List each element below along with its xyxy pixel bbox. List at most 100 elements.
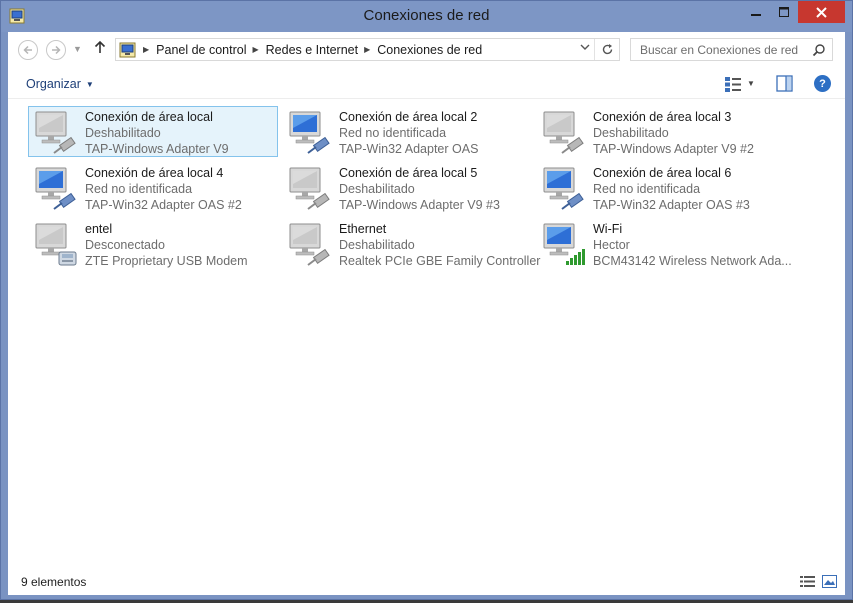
connection-name: Wi-Fi [593, 222, 623, 236]
view-options-dropdown[interactable]: ▼ [747, 79, 755, 88]
connection-text: entel Desconectado ZTE Proprietary USB M… [85, 221, 285, 269]
connection-status: Red no identificada [85, 182, 193, 196]
forward-button[interactable] [46, 40, 66, 60]
connection-item[interactable]: Conexión de área local 4 Red no identifi… [28, 162, 278, 213]
connection-status: Deshabilitado [85, 126, 161, 140]
connection-device: BCM43142 Wireless Network Ada... [593, 254, 792, 268]
window-title: Conexiones de red [363, 7, 490, 24]
connection-name: Conexión de área local 3 [593, 110, 732, 124]
network-adapter-icon [543, 111, 584, 154]
network-adapter-icon [35, 111, 76, 154]
organize-label: Organizar [26, 77, 81, 91]
connection-text: Conexión de área local 4 Red no identifi… [85, 165, 285, 213]
connection-device: TAP-Windows Adapter V9 #2 [593, 142, 754, 156]
window-client-area: ▼ ▶ Panel de control ▶ Redes e Internet … [8, 32, 845, 595]
connection-name: Conexión de área local 2 [339, 110, 478, 124]
connection-status: Hector [593, 238, 630, 252]
up-button[interactable] [94, 40, 106, 58]
connection-status: Desconectado [85, 238, 165, 252]
preview-pane-icon[interactable] [776, 75, 793, 92]
search-input[interactable]: Buscar en Conexiones de red [630, 38, 833, 61]
connection-name: Conexión de área local 4 [85, 166, 224, 180]
connection-name: Conexión de área local 5 [339, 166, 478, 180]
refresh-icon [602, 44, 613, 55]
connection-item[interactable]: Conexión de área local 3 Deshabilitado T… [536, 106, 786, 157]
large-icons-view-icon[interactable] [822, 575, 837, 588]
search-icon[interactable] [812, 43, 826, 57]
modem-icon [58, 251, 77, 266]
back-button[interactable] [18, 40, 38, 60]
network-adapter-icon [289, 167, 330, 210]
recent-locations-button[interactable]: ▼ [73, 44, 82, 54]
network-adapter-icon [543, 167, 584, 210]
chevron-down-icon: ▼ [85, 79, 94, 89]
network-adapter-icon [35, 167, 76, 210]
breadcrumb-separator-icon[interactable]: ▶ [253, 45, 259, 54]
change-view-icon[interactable] [724, 75, 742, 93]
connection-text: Conexión de área local 6 Red no identifi… [593, 165, 793, 213]
breadcrumb-separator-icon[interactable]: ▶ [143, 45, 149, 54]
close-button[interactable] [798, 1, 845, 23]
minimize-button[interactable] [742, 1, 770, 23]
connection-text: Conexión de área local 3 Deshabilitado T… [593, 109, 793, 157]
connection-item[interactable]: Conexión de área local 2 Red no identifi… [282, 106, 532, 157]
connection-item[interactable]: Ethernet Deshabilitado Realtek PCIe GBE … [282, 218, 540, 269]
connection-device: ZTE Proprietary USB Modem [85, 254, 248, 268]
connection-text: Conexión de área local 2 Red no identifi… [339, 109, 539, 157]
connection-name: Conexión de área local 6 [593, 166, 732, 180]
title-bar[interactable]: Conexiones de red [1, 1, 852, 32]
wifi-signal-icon [566, 249, 585, 265]
connection-device: TAP-Windows Adapter V9 #3 [339, 198, 500, 212]
help-icon: ? [819, 77, 826, 90]
chevron-down-icon [580, 44, 590, 50]
connection-name: Ethernet [339, 222, 387, 236]
connection-device: TAP-Win32 Adapter OAS #3 [593, 198, 750, 212]
breadcrumb-network-internet[interactable]: Redes e Internet [266, 43, 358, 57]
connection-text: Wi-Fi Hector BCM43142 Wireless Network A… [593, 221, 793, 269]
connection-device: TAP-Windows Adapter V9 [85, 142, 229, 156]
connection-item[interactable]: Conexión de área local Deshabilitado TAP… [28, 106, 278, 157]
address-bar[interactable]: ▶ Panel de control ▶ Redes e Internet ▶ … [115, 38, 620, 61]
arrow-right-icon [52, 45, 61, 55]
breadcrumb-network-connections[interactable]: Conexiones de red [377, 43, 482, 57]
network-adapter-icon [289, 111, 330, 154]
network-connections-icon [119, 42, 136, 57]
help-button[interactable]: ? [814, 75, 831, 92]
item-count: 9 elementos [21, 575, 87, 589]
connection-device: Realtek PCIe GBE Family Controller [339, 254, 541, 268]
breadcrumb-separator-icon[interactable]: ▶ [364, 45, 370, 54]
connections-list: Conexión de área local Deshabilitado TAP… [22, 106, 832, 286]
connection-device: TAP-Win32 Adapter OAS [339, 142, 479, 156]
address-history-dropdown[interactable] [580, 43, 590, 54]
details-view-icon[interactable] [800, 575, 815, 588]
maximize-icon [779, 7, 789, 17]
status-bar: 9 elementos [8, 570, 845, 595]
connection-device: TAP-Win32 Adapter OAS #2 [85, 198, 242, 212]
connection-item[interactable]: Wi-Fi Hector BCM43142 Wireless Network A… [536, 218, 792, 269]
connection-item[interactable]: entel Desconectado ZTE Proprietary USB M… [28, 218, 278, 269]
connection-item[interactable]: Conexión de área local 6 Red no identifi… [536, 162, 786, 213]
connection-text: Conexión de área local Deshabilitado TAP… [85, 109, 285, 157]
connection-status: Deshabilitado [593, 126, 669, 140]
navigation-bar: ▼ ▶ Panel de control ▶ Redes e Internet … [8, 32, 845, 68]
connection-status: Deshabilitado [339, 182, 415, 196]
connection-status: Deshabilitado [339, 238, 415, 252]
arrow-up-icon [94, 40, 106, 53]
network-adapter-icon [289, 223, 330, 266]
refresh-button[interactable] [594, 39, 620, 60]
close-icon [816, 6, 827, 18]
modem-icon [35, 223, 77, 266]
connection-text: Ethernet Deshabilitado Realtek PCIe GBE … [339, 221, 541, 269]
connection-status: Red no identificada [339, 126, 447, 140]
connection-item[interactable]: Conexión de área local 5 Deshabilitado T… [282, 162, 532, 213]
connection-name: Conexión de área local [85, 110, 213, 124]
maximize-button[interactable] [770, 1, 798, 23]
connection-status: Red no identificada [593, 182, 701, 196]
connection-text: Conexión de área local 5 Deshabilitado T… [339, 165, 539, 213]
command-bar: Organizar ▼ ▼ ? [8, 69, 845, 99]
organize-button[interactable]: Organizar ▼ [26, 77, 94, 91]
arrow-left-icon [23, 45, 32, 55]
breadcrumb-control-panel[interactable]: Panel de control [156, 43, 246, 57]
minimize-icon [751, 14, 761, 16]
explorer-window: Conexiones de red ▼ ▶ Panel de control ▶… [0, 0, 853, 600]
